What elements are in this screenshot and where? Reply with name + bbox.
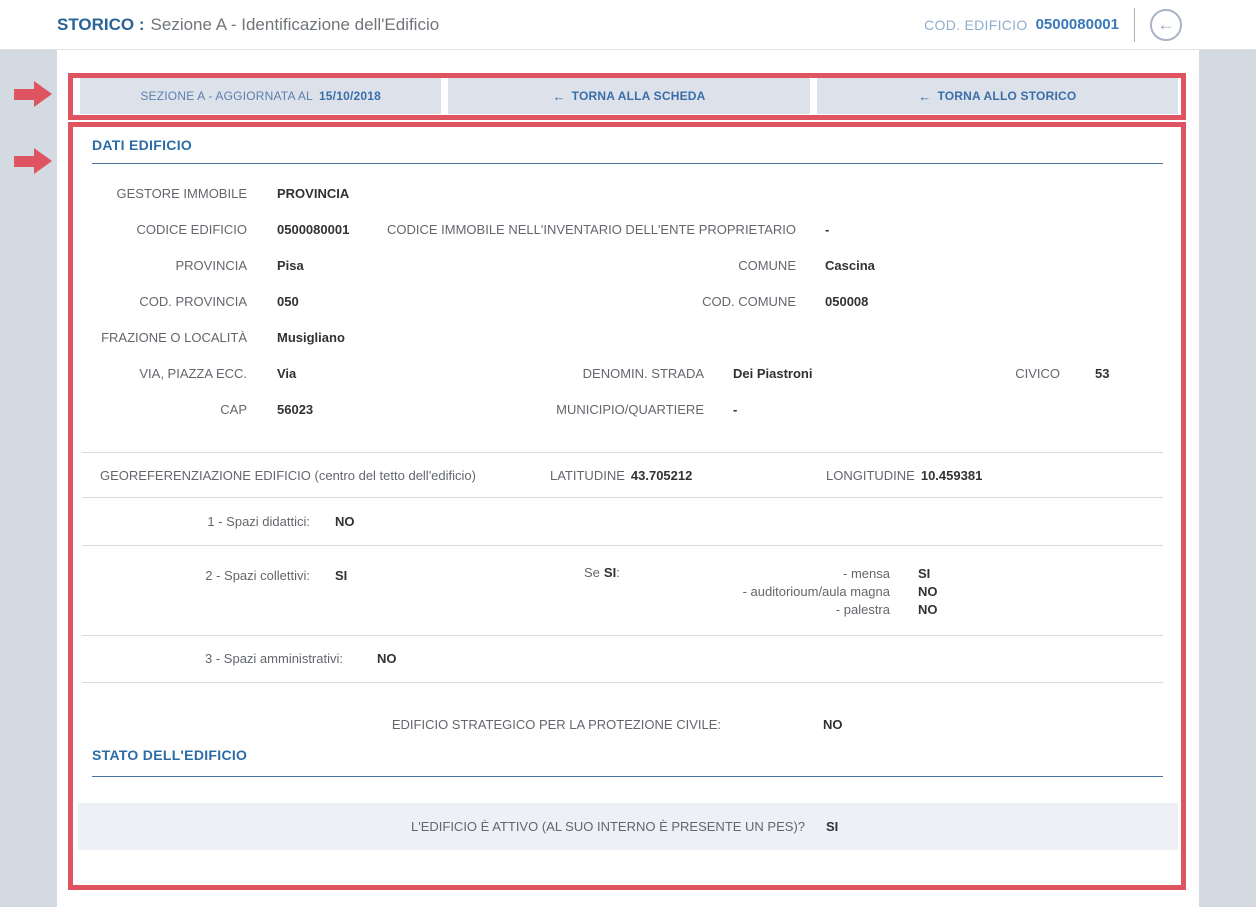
divider [82, 545, 1163, 546]
field-label: - auditorioum/aula magna [92, 584, 890, 599]
header-right-group: COD. EDIFICIO 0500080001 ← [924, 8, 1182, 42]
field-value: NO [377, 651, 397, 666]
arrow-left-icon: ← [918, 89, 931, 104]
field-spazi-didattici: 1 - Spazi didattici: NO [92, 514, 1163, 534]
field-codice-edificio: CODICE EDIFICIO 0500080001 CODICE IMMOBI… [92, 222, 1163, 242]
field-value-comune: Cascina [825, 258, 875, 273]
back-button[interactable]: ← [1150, 9, 1182, 41]
toolbar-button-label: TORNA ALLA SCHEDA [572, 89, 706, 103]
field-via-denominazione-civico: VIA, PIAZZA ECC. Via DENOMIN. STRADA Dei… [92, 366, 1163, 386]
field-value: Musigliano [277, 330, 345, 345]
field-label-inventario: CODICE IMMOBILE NELL'INVENTARIO DELL'ENT… [92, 222, 796, 237]
page-title-rest: Sezione A - Identificazione dell'Edifici… [151, 15, 440, 34]
field-value: NO [823, 717, 843, 732]
arrow-shaft [14, 89, 34, 100]
cod-edificio-value: 0500080001 [1036, 16, 1119, 33]
toolbar: SEZIONE A - AGGIORNATA AL 15/10/2018 ← T… [80, 78, 1178, 114]
field-label: 1 - Spazi didattici: [92, 514, 310, 529]
cod-edificio-label: COD. EDIFICIO [924, 17, 1027, 33]
top-header: STORICO : Sezione A - Identificazione del… [0, 0, 1256, 50]
field-value: NO [335, 514, 355, 529]
section-rule [92, 163, 1163, 164]
field-label-civico: CIVICO [92, 366, 1060, 381]
field-label: - mensa [92, 566, 890, 581]
form-content: DATI EDIFICIO GESTORE IMMOBILE PROVINCIA… [92, 137, 1163, 877]
arrow-shaft [14, 156, 34, 167]
divider [82, 497, 1163, 498]
field-label-cod-comune: COD. COMUNE [92, 294, 796, 309]
torna-alla-scheda-button[interactable]: ← TORNA ALLA SCHEDA [448, 78, 809, 114]
field-value-cod-comune: 050008 [825, 294, 868, 309]
longitude-label: LONGITUDINE [826, 468, 915, 483]
field-edificio-strategico: EDIFICIO STRATEGICO PER LA PROTEZIONE CI… [92, 717, 1163, 737]
field-label: FRAZIONE O LOCALITÀ [92, 330, 247, 345]
page-title-prefix: STORICO : [57, 15, 145, 34]
divider [82, 635, 1163, 636]
field-cod-provincia-cod-comune: COD. PROVINCIA 050 COD. COMUNE 050008 [92, 294, 1163, 314]
field-value: PROVINCIA [277, 186, 349, 201]
section-title-stato-edificio: STATO DELL'EDIFICIO [92, 747, 247, 763]
field-label: - palestra [92, 602, 890, 617]
field-value-civico: 53 [1095, 366, 1109, 381]
field-cap-municipio: CAP 56023 MUNICIPIO/QUARTIERE - [92, 402, 1163, 422]
annotation-arrow-icon [14, 81, 52, 108]
sezione-a-aggiornata-button[interactable]: SEZIONE A - AGGIORNATA AL 15/10/2018 [80, 78, 441, 114]
field-value-inventario: - [825, 222, 829, 237]
field-edificio-attivo: L'EDIFICIO È ATTIVO (AL SUO INTERNO È PR… [78, 803, 1178, 850]
section-rule [92, 776, 1163, 777]
arrow-head [34, 81, 52, 107]
arrow-head [34, 148, 52, 174]
latitude-value: 43.705212 [631, 468, 692, 483]
field-gestore-immobile: GESTORE IMMOBILE PROVINCIA [92, 186, 1163, 206]
field-label-municipio: MUNICIPIO/QUARTIERE [92, 402, 704, 417]
arrow-left-circle-icon: ← [1158, 16, 1175, 33]
field-frazione: FRAZIONE O LOCALITÀ Musigliano [92, 330, 1163, 350]
annotation-arrow-icon [14, 148, 52, 175]
torna-allo-storico-button[interactable]: ← TORNA ALLO STORICO [817, 78, 1178, 114]
toolbar-button-prefix: SEZIONE A - AGGIORNATA AL [140, 89, 313, 103]
latitude-group: LATITUDINE 43.705212 [550, 468, 692, 483]
divider [82, 452, 1163, 453]
field-value: SI [918, 566, 930, 581]
field-value-municipio: - [733, 402, 737, 417]
field-mensa: - mensa SI [92, 566, 1163, 586]
field-label: L'EDIFICIO È ATTIVO (AL SUO INTERNO È PR… [78, 803, 805, 850]
vertical-divider [1134, 8, 1135, 42]
field-label: 3 - Spazi amministrativi: [92, 651, 343, 666]
field-auditorium: - auditorioum/aula magna NO [92, 584, 1163, 604]
latitude-label: LATITUDINE [550, 468, 625, 483]
divider [82, 682, 1163, 683]
field-value: SI [826, 803, 838, 850]
field-georeferenziazione: GEOREFERENZIAZIONE EDIFICIO (centro del … [92, 468, 1163, 488]
field-label: GESTORE IMMOBILE [92, 186, 247, 201]
toolbar-button-label: TORNA ALLO STORICO [937, 89, 1076, 103]
field-spazi-amministrativi: 3 - Spazi amministrativi: NO [92, 651, 1163, 671]
section-title-dati-edificio: DATI EDIFICIO [92, 137, 192, 153]
toolbar-button-date: 15/10/2018 [319, 89, 381, 103]
page-title: STORICO : Sezione A - Identificazione del… [57, 15, 439, 35]
field-label: GEOREFERENZIAZIONE EDIFICIO (centro del … [100, 468, 476, 483]
main-card: SEZIONE A - AGGIORNATA AL 15/10/2018 ← T… [57, 50, 1199, 907]
arrow-left-icon: ← [552, 89, 565, 104]
field-provincia-comune: PROVINCIA Pisa COMUNE Cascina [92, 258, 1163, 278]
field-palestra: - palestra NO [92, 602, 1163, 622]
longitude-value: 10.459381 [921, 468, 982, 483]
longitude-group: LONGITUDINE 10.459381 [826, 468, 982, 483]
field-label: EDIFICIO STRATEGICO PER LA PROTEZIONE CI… [92, 717, 721, 732]
field-value: NO [918, 584, 938, 599]
field-value: NO [918, 602, 938, 617]
field-label-comune: COMUNE [92, 258, 796, 273]
